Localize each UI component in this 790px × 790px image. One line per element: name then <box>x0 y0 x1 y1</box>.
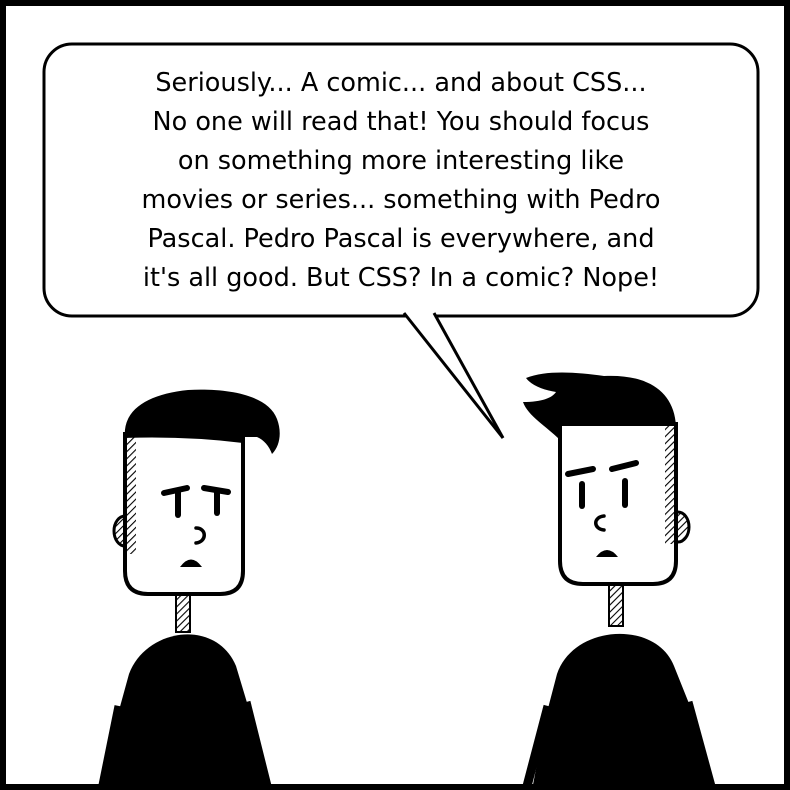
left-character <box>98 389 280 784</box>
left-character-body <box>105 634 267 784</box>
left-character-head <box>123 432 245 596</box>
comic-panel: Seriously... A comic... and about CSS...… <box>0 0 790 790</box>
speech-bubble-tail <box>402 312 505 439</box>
right-character <box>522 372 716 784</box>
right-character-head <box>558 422 678 586</box>
right-character-neck <box>608 583 624 627</box>
right-character-body <box>533 634 709 784</box>
left-character-neck <box>175 591 191 633</box>
speech-bubble-text: Seriously... A comic... and about CSS...… <box>141 68 661 293</box>
